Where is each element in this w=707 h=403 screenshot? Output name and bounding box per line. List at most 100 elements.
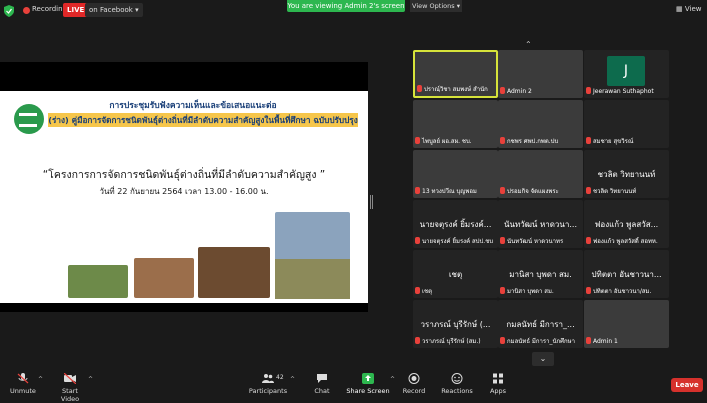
participant-name: กชพร ศพป.กพต.ปบ bbox=[507, 138, 559, 145]
share-screen-label: Share Screen bbox=[346, 387, 390, 395]
participant-name-label: ปราณฺ์วิชา สมพงษ์ สำนัก bbox=[417, 85, 496, 95]
record-button[interactable]: Record bbox=[400, 373, 428, 395]
share-screen-button[interactable]: Share Screen bbox=[346, 373, 390, 395]
participant-name: 13 ทวงปวีณ บุญพอม bbox=[422, 188, 477, 195]
muted-mic-icon bbox=[586, 87, 591, 94]
muted-mic-icon bbox=[586, 337, 591, 344]
share-screen-icon bbox=[362, 373, 374, 384]
slide-date: วันที่ 22 กันยายน 2564 เวลา 13.00 - 16.0… bbox=[99, 187, 269, 196]
participant-tile[interactable]: มานิสา บุพดา สม. มานิสา บุพดา สม. bbox=[498, 250, 583, 298]
participant-display-name: เชตุ bbox=[448, 270, 463, 279]
participant-display-name: ชวลิต วิทยานนท์ bbox=[597, 170, 656, 179]
reactions-button[interactable]: Reactions bbox=[440, 373, 474, 395]
chevron-down-icon: ▾ bbox=[456, 2, 460, 10]
participant-tile[interactable]: ชวลิต วิทยานนท์ ชวลิต วิทยานนท์ bbox=[584, 150, 669, 198]
muted-mic-icon bbox=[500, 87, 505, 94]
participant-name-label: ไพบูลย์ ผอ.สผ. ชบ. bbox=[415, 137, 496, 147]
chat-button[interactable]: Chat bbox=[308, 373, 336, 395]
participant-name-label: มานิสา บุพดา สม. bbox=[500, 287, 581, 297]
participant-name-label: Admin 2 bbox=[500, 87, 581, 97]
participant-name-label: ฟองแก้ว พูลสวัสดิ์ สอทห. bbox=[586, 237, 667, 247]
participant-tile[interactable]: J Jeerawan Suthaphot bbox=[584, 50, 669, 98]
live-on-facebook-dropdown[interactable]: on Facebook ▾ bbox=[85, 3, 143, 17]
record-icon bbox=[408, 373, 420, 384]
muted-mic-icon bbox=[586, 237, 591, 244]
participant-tile[interactable]: วราภรณ์ บุรีรักษ์ (... วราภรณ์ บุรีรักษ์ … bbox=[413, 300, 498, 348]
muted-mic-icon bbox=[500, 187, 505, 194]
muted-mic-icon bbox=[415, 287, 420, 294]
unmute-button[interactable]: Unmute bbox=[8, 373, 38, 395]
muted-mic-icon bbox=[586, 187, 591, 194]
muted-mic-icon bbox=[500, 237, 505, 244]
participant-tile[interactable]: นันทวัฒน์ หาดวนา... นันทวัฒน์ หาดวนาทร bbox=[498, 200, 583, 248]
participant-tile[interactable]: Admin 2 bbox=[498, 50, 583, 98]
participants-count: 42 bbox=[276, 374, 284, 381]
participant-tile[interactable]: กมลนัทธ์ มีการา_... กมลนัทธ์ มีการา_นักศึ… bbox=[498, 300, 583, 348]
participant-tile[interactable]: ปราณฺ์วิชา สมพงษ์ สำนัก bbox=[413, 50, 498, 98]
participant-display-name: นายจตุรงค์ ยิ้มรงค์... bbox=[419, 220, 492, 229]
view-options-dropdown[interactable]: View Options ▾ bbox=[410, 0, 462, 12]
grid-icon: ▦ bbox=[676, 5, 683, 13]
gallery-scroll-up-icon[interactable]: ⌃ bbox=[525, 40, 532, 49]
participant-name-label: Jeerawan Suthaphot bbox=[586, 87, 667, 97]
leave-button[interactable]: Leave bbox=[671, 378, 703, 392]
unmute-label: Unmute bbox=[10, 387, 36, 395]
participant-tile[interactable]: ปทิตตา อันชาวนา... ปทิตตา อันชาวนา/สม. bbox=[584, 250, 669, 298]
participant-name-label: ปทิตตา อันชาวนา/สม. bbox=[586, 287, 667, 297]
slide-title-line1: การประชุมรับฟังความเห็นและข้อเสนอแนะต่อ bbox=[109, 101, 277, 111]
audio-options-caret[interactable]: ^ bbox=[38, 376, 43, 383]
participant-name-label: กมลนัทธ์ มีการา_นักศึกษา bbox=[500, 337, 581, 347]
slide-photo-fruit bbox=[68, 265, 128, 298]
participant-name-label: ปรอมกิจ จัดแผงพระ bbox=[500, 187, 581, 197]
slide-project-title: “โครงการการจัดการชนิดพันธุ์ต่างถิ่นที่มี… bbox=[42, 169, 326, 181]
participant-tile[interactable]: ฟองแก้ว พูลสวัส... ฟองแก้ว พูลสวัสดิ์ สอท… bbox=[584, 200, 669, 248]
apps-button[interactable]: Apps bbox=[486, 373, 510, 395]
recording-icon bbox=[23, 7, 30, 14]
participants-options-caret[interactable]: ^ bbox=[290, 376, 295, 383]
participant-tile[interactable]: นายจตุรงค์ ยิ้มรงค์... นายจตุรงค์ ยิ้มรงค… bbox=[413, 200, 498, 248]
participant-name-label: นันทวัฒน์ หาดวนาทร bbox=[500, 237, 581, 247]
participant-tile[interactable]: สมชาย สุขวิรณ์ bbox=[584, 100, 669, 148]
participant-name: Jeerawan Suthaphot bbox=[593, 88, 654, 95]
participant-tile[interactable]: Admin 1 bbox=[584, 300, 669, 348]
participant-tile[interactable]: ปรอมกิจ จัดแผงพระ bbox=[498, 150, 583, 198]
participant-display-name: ปทิตตา อันชาวนา... bbox=[591, 270, 662, 279]
participant-name-label: ชวลิต วิทยานนท์ bbox=[586, 187, 667, 197]
video-off-icon bbox=[64, 373, 76, 384]
security-shield-icon[interactable] bbox=[4, 5, 14, 17]
meeting-toolbar: Unmute ^ Start Video ^ Participants 42 ^… bbox=[0, 369, 707, 403]
recording-label: Recording bbox=[32, 5, 68, 13]
start-video-button[interactable]: Start Video bbox=[52, 373, 88, 403]
participant-name: ชวลิต วิทยานนท์ bbox=[593, 188, 637, 195]
participant-name: ปรอมกิจ จัดแผงพระ bbox=[507, 188, 559, 195]
top-bar: Recording LIVE on Facebook ▾ You are vie… bbox=[0, 0, 707, 22]
participant-name-label: นายจตุรงค์ ยิ้มรงค์ สปป.ชบ bbox=[415, 237, 496, 247]
participants-icon bbox=[262, 374, 274, 383]
view-label: View bbox=[684, 5, 702, 13]
participant-display-name: มานิสา บุพดา สม. bbox=[509, 270, 572, 279]
apps-label: Apps bbox=[489, 387, 507, 395]
participant-tile[interactable]: 13 ทวงปวีณ บุญพอม bbox=[413, 150, 498, 198]
record-label: Record bbox=[402, 387, 426, 395]
participant-tile[interactable]: กชพร ศพป.กพต.ปบ bbox=[498, 100, 583, 148]
participant-name: นันทวัฒน์ หาดวนาทร bbox=[507, 238, 564, 245]
organization-logo bbox=[14, 104, 44, 134]
participant-name: สมชาย สุขวิรณ์ bbox=[593, 138, 634, 145]
participant-name: เชตุ bbox=[422, 288, 433, 295]
muted-mic-icon bbox=[500, 287, 505, 294]
microphone-muted-icon bbox=[17, 373, 29, 384]
video-options-caret[interactable]: ^ bbox=[88, 376, 93, 383]
participant-tile[interactable]: ไพบูลย์ ผอ.สผ. ชบ. bbox=[413, 100, 498, 148]
participant-tile[interactable]: เชตุ เชตุ bbox=[413, 250, 498, 298]
participant-name: วราภรณ์ บุรีรักษ์ (สม.) bbox=[422, 338, 481, 345]
muted-mic-icon bbox=[415, 337, 420, 344]
participant-name-label: เชตุ bbox=[415, 287, 496, 297]
participant-name-label: วราภรณ์ บุรีรักษ์ (สม.) bbox=[415, 337, 496, 347]
participant-name-label: กชพร ศพป.กพต.ปบ bbox=[500, 137, 581, 147]
muted-mic-icon bbox=[417, 85, 422, 92]
gallery-next-page-button[interactable]: ⌄ bbox=[532, 352, 554, 366]
chevron-down-icon: ▾ bbox=[135, 6, 139, 14]
view-button[interactable]: ▦ View bbox=[676, 5, 701, 13]
resize-handle[interactable] bbox=[370, 195, 373, 209]
share-options-caret[interactable]: ^ bbox=[390, 376, 395, 383]
